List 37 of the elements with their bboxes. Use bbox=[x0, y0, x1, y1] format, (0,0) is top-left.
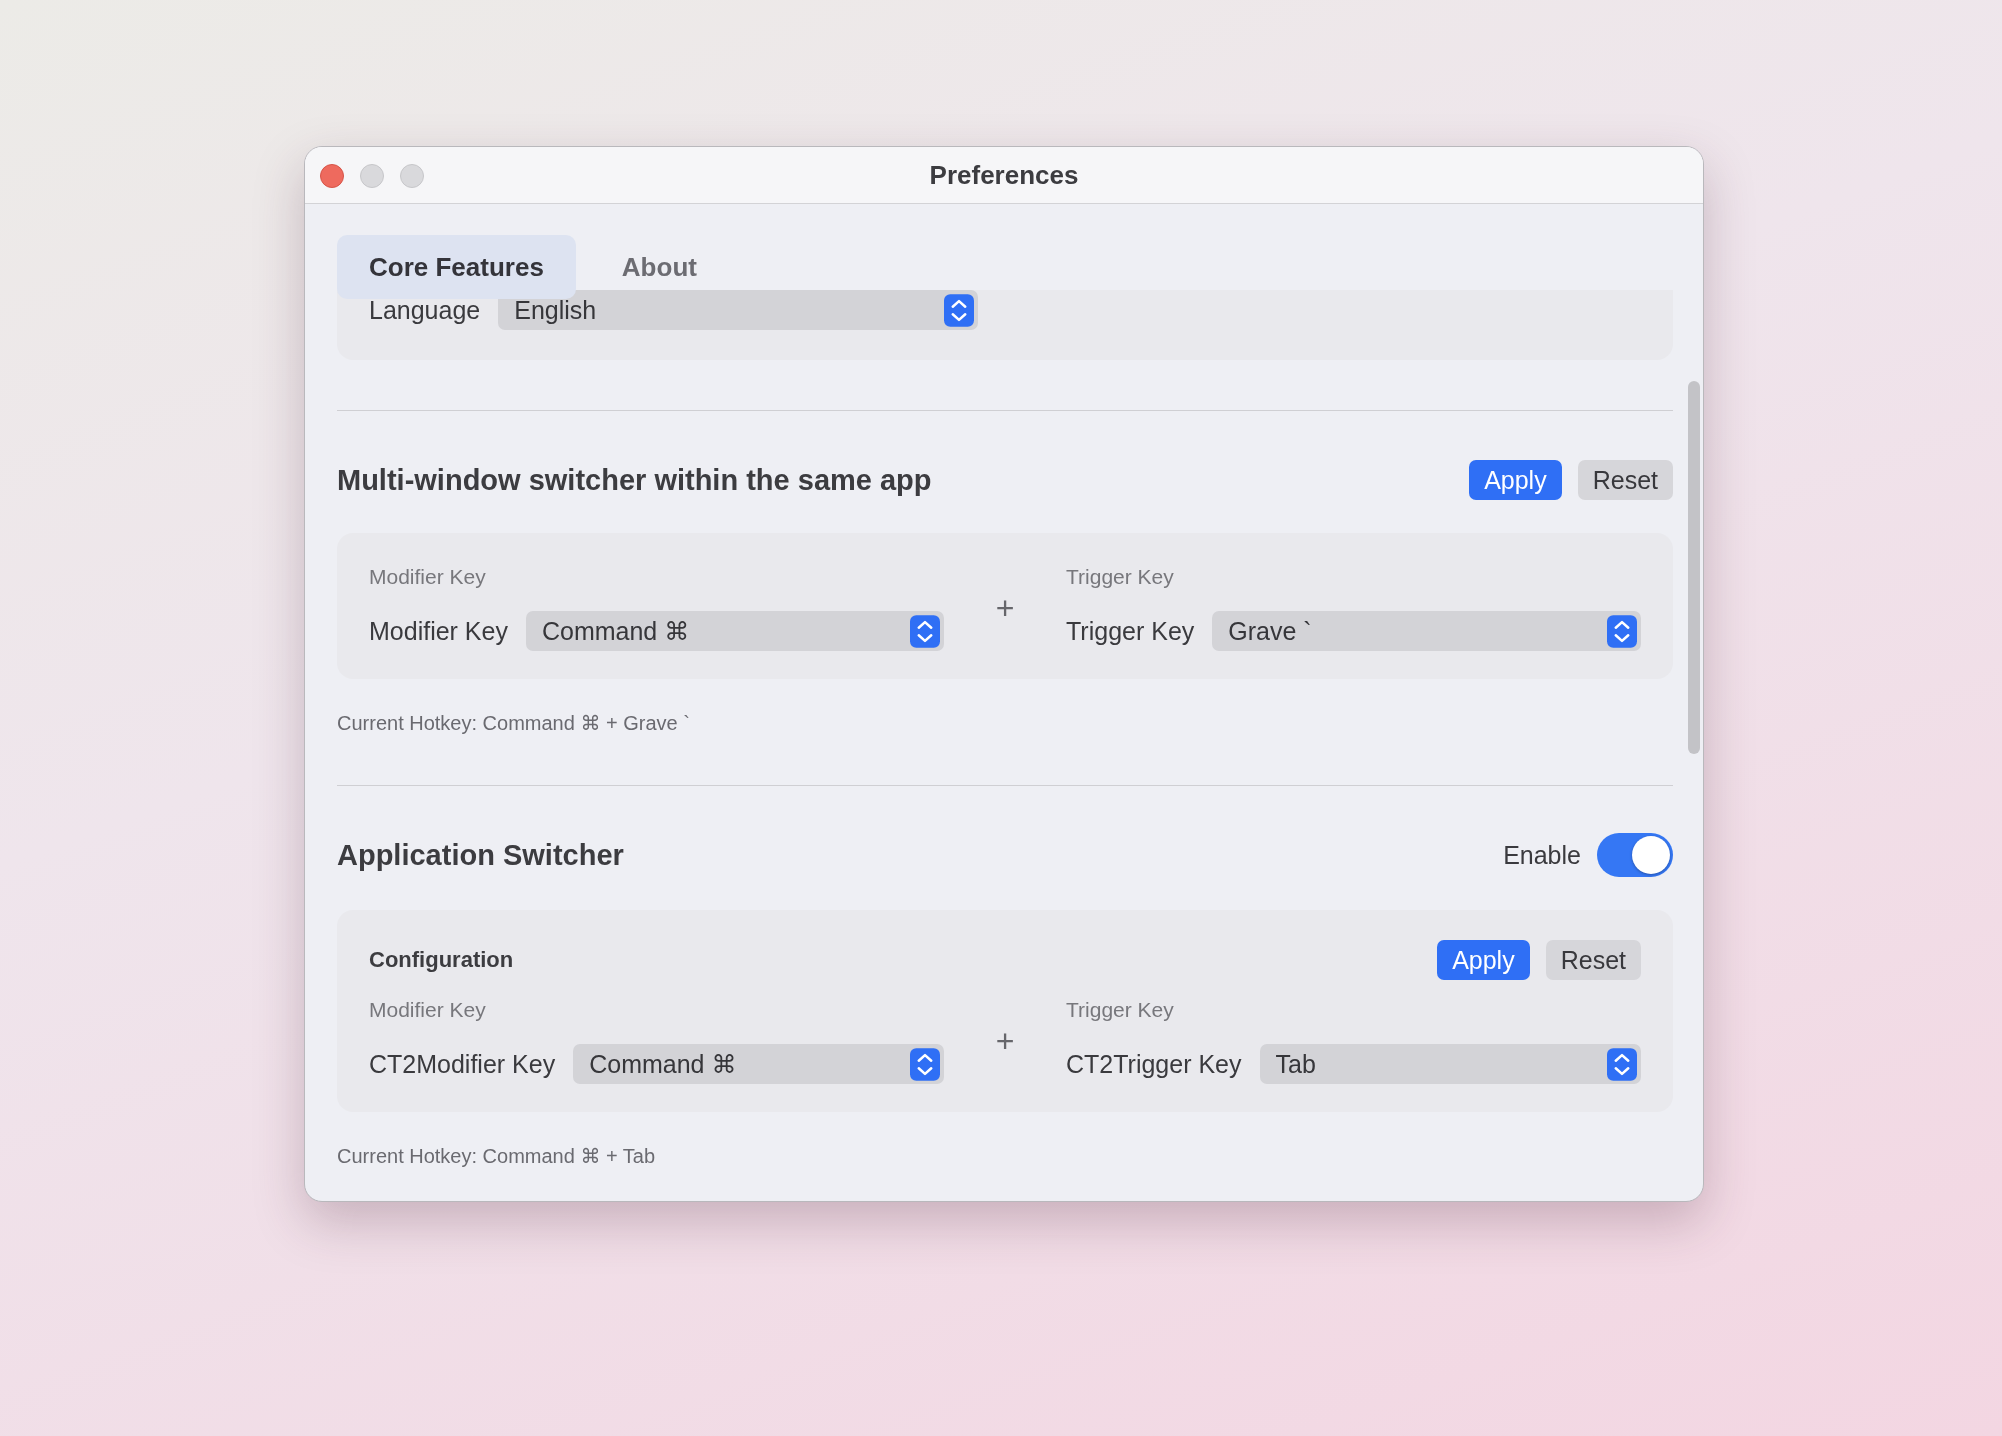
toggle-label: Enable bbox=[1503, 840, 1581, 870]
language-popup[interactable]: English bbox=[498, 290, 979, 330]
key-popup[interactable]: Command ⌘ bbox=[573, 1044, 944, 1084]
reset-button[interactable]: Reset bbox=[1545, 940, 1641, 980]
current-hotkey: Current Hotkey: Command ⌘ + Tab bbox=[337, 1144, 657, 1168]
key-popup[interactable]: Tab bbox=[1259, 1044, 1641, 1084]
field-label: CT2Modifier Key bbox=[369, 1049, 556, 1079]
key-popup[interactable]: Command ⌘ bbox=[525, 611, 944, 651]
current-hotkey: Current Hotkey: Command ⌘ + Grave ` bbox=[337, 711, 691, 735]
plus-sign: + bbox=[995, 1022, 1015, 1060]
zoom-button[interactable] bbox=[400, 164, 424, 188]
card-heading: Configuration bbox=[369, 947, 514, 973]
window-title: Preferences bbox=[929, 159, 1079, 191]
reset-button[interactable]: Reset bbox=[1577, 460, 1673, 500]
field-caption: Modifier Key bbox=[369, 565, 487, 589]
apply-button[interactable]: Apply bbox=[1469, 460, 1562, 500]
stepper-icon bbox=[944, 293, 975, 327]
minimize-button[interactable] bbox=[360, 164, 384, 188]
field-label: CT2Trigger Key bbox=[1066, 1049, 1242, 1079]
plus-sign: + bbox=[995, 589, 1015, 627]
close-button[interactable] bbox=[320, 164, 344, 188]
stepper-icon bbox=[1607, 1047, 1637, 1081]
field-caption: Trigger Key bbox=[1066, 998, 1175, 1022]
key-popup[interactable]: Grave ` bbox=[1212, 611, 1641, 651]
field-label: Trigger Key bbox=[1066, 616, 1195, 646]
section-title: Multi-window switcher within the same app bbox=[337, 463, 932, 497]
field-label: Modifier Key bbox=[369, 616, 508, 646]
section-title: Application Switcher bbox=[337, 838, 624, 872]
field-caption: Modifier Key bbox=[369, 998, 487, 1022]
apply-button[interactable]: Apply bbox=[1437, 940, 1530, 980]
tab[interactable]: Core Features bbox=[337, 235, 576, 299]
scrollbar[interactable] bbox=[1688, 381, 1700, 754]
stepper-icon bbox=[910, 614, 940, 648]
stepper-icon bbox=[1607, 614, 1637, 648]
enable-switch[interactable] bbox=[1597, 833, 1673, 877]
stepper-icon bbox=[910, 1047, 940, 1081]
field-caption: Trigger Key bbox=[1066, 565, 1175, 589]
